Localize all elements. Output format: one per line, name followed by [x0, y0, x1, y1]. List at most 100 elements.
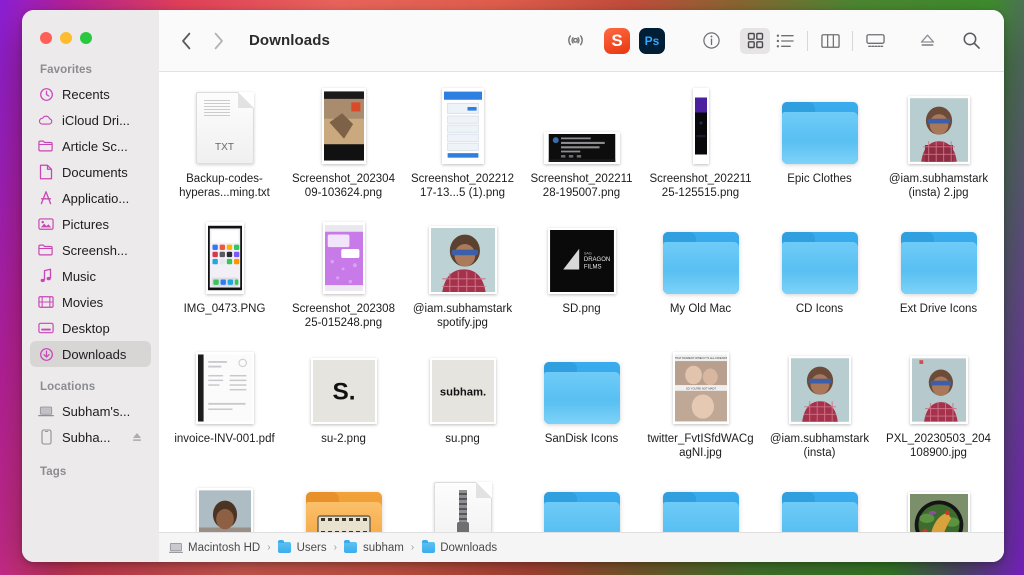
- sidebar-item-icloud-drive[interactable]: iCloud Dri...: [30, 107, 151, 133]
- maximize-button[interactable]: [80, 32, 92, 44]
- sidebar-item-label: Desktop: [62, 320, 110, 336]
- gallery-view-icon[interactable]: [860, 28, 890, 54]
- toolbar-divider: [852, 30, 853, 51]
- photo-thumbnail: [788, 348, 851, 424]
- folder-icon: [278, 540, 292, 555]
- sidebar-item-documents[interactable]: Documents: [30, 159, 151, 185]
- eject-icon[interactable]: [912, 28, 942, 54]
- file-item[interactable]: Screenshot_20230409-103624.png: [284, 86, 403, 216]
- file-label: PXL_20230503_204108900.jpg: [886, 433, 991, 459]
- photo-thumbnail: [692, 88, 709, 164]
- column-view-icon[interactable]: [815, 28, 845, 54]
- sidebar-item-article-screenshots[interactable]: Article Sc...: [30, 133, 151, 159]
- folder-icon: [662, 478, 739, 532]
- sidebar-item-downloads[interactable]: Downloads: [30, 341, 151, 367]
- file-item[interactable]: S. su-2.png: [284, 346, 403, 476]
- file-item[interactable]: [165, 476, 284, 532]
- info-icon[interactable]: [696, 28, 726, 54]
- list-view-icon[interactable]: [770, 28, 800, 54]
- file-item[interactable]: Ext Drive Icons: [879, 216, 998, 346]
- folder-icon: [38, 242, 54, 258]
- sidebar-item-subham-iphone[interactable]: Subha...: [30, 424, 151, 450]
- file-item[interactable]: IMG_0473.PNG: [165, 216, 284, 346]
- file-item[interactable]: [879, 476, 998, 532]
- breadcrumb-label: Users: [296, 541, 327, 554]
- file-label: CD Icons: [795, 303, 844, 315]
- breadcrumb-item-subham[interactable]: subham: [344, 540, 404, 555]
- breadcrumb-label: Downloads: [440, 541, 498, 554]
- file-item[interactable]: Screenshot_20221217-13...5 (1).png: [403, 86, 522, 216]
- file-item[interactable]: [641, 476, 760, 532]
- svg-text:S.: S.: [332, 378, 355, 405]
- clock-icon: [38, 86, 54, 102]
- file-item[interactable]: [284, 476, 403, 532]
- file-label: @iam.subhamstark (insta) 2.jpg: [888, 173, 989, 199]
- sidebar-section-tags: Tags: [40, 466, 67, 478]
- file-label: Ext Drive Icons: [899, 303, 978, 315]
- file-item[interactable]: [403, 476, 522, 532]
- breadcrumb-item-macintosh-hd[interactable]: Macintosh HD: [169, 541, 260, 555]
- photoshop-app-icon[interactable]: Ps: [639, 27, 665, 54]
- photo-thumbnail: [909, 348, 968, 424]
- close-button[interactable]: [40, 32, 52, 44]
- file-item[interactable]: @iam.subhamstark spotify.jpg: [403, 216, 522, 346]
- sidebar-item-movies[interactable]: Movies: [30, 289, 151, 315]
- file-item[interactable]: SAG DRAGON FILMS SD.png: [522, 216, 641, 346]
- sidebar-item-label: Movies: [62, 294, 104, 310]
- photo-thumbnail: [428, 218, 497, 294]
- minimize-button[interactable]: [60, 32, 72, 44]
- file-item[interactable]: [760, 476, 879, 532]
- sidebar-item-label: Music: [62, 268, 96, 284]
- file-item[interactable]: TXT Backup-codes-hyperas...ming.txt: [165, 86, 284, 216]
- breadcrumb-item-users[interactable]: Users: [278, 540, 327, 555]
- file-item[interactable]: SanDisk Icons: [522, 346, 641, 476]
- forward-button[interactable]: [211, 31, 225, 51]
- svg-text:THAT MOMENT WHEN IT'S ALL FRIE: THAT MOMENT WHEN IT'S ALL FRIENDS: [674, 356, 727, 360]
- file-label: @iam.subhamstark (insta): [769, 433, 870, 459]
- photo-thumbnail: [322, 218, 365, 294]
- sidebar-item-pictures[interactable]: Pictures: [30, 211, 151, 237]
- breadcrumb-separator: ›: [410, 542, 415, 553]
- cloud-icon: [38, 112, 54, 128]
- breadcrumb-separator: ›: [333, 542, 337, 553]
- svg-text:SO YOU'RE NOT MAD?: SO YOU'RE NOT MAD?: [685, 386, 716, 390]
- breadcrumb-item-downloads[interactable]: Downloads: [421, 540, 498, 555]
- sidebar-item-screenshots[interactable]: Screensh...: [30, 237, 151, 263]
- file-item[interactable]: PXL_20230503_204108900.jpg: [879, 346, 998, 476]
- sidebar-item-label: Pictures: [62, 216, 109, 232]
- file-item[interactable]: [522, 476, 641, 532]
- sidebar-item-label: Recents: [62, 86, 110, 102]
- icon-view-icon[interactable]: [740, 27, 770, 54]
- sidebar-item-subhams-mac[interactable]: Subham's...: [30, 398, 151, 424]
- file-item[interactable]: Epic Clothes: [760, 86, 879, 216]
- file-item[interactable]: Screenshot_20221125-125515.png: [641, 86, 760, 216]
- photo-thumbnail: S.: [310, 348, 377, 424]
- sidebar-item-applications[interactable]: Applicatio...: [30, 185, 151, 211]
- sidebar-item-desktop[interactable]: Desktop: [30, 315, 151, 341]
- folder-icon: [781, 478, 858, 532]
- file-item[interactable]: CD Icons: [760, 216, 879, 346]
- folder-icon: [781, 218, 858, 294]
- file-item[interactable]: subham. su.png: [403, 346, 522, 476]
- eject-icon[interactable]: [131, 431, 143, 443]
- file-item[interactable]: Screenshot_20221128-195007.png: [522, 86, 641, 216]
- file-label: Screenshot_20230409-103624.png: [292, 173, 395, 199]
- back-button[interactable]: [179, 31, 193, 51]
- file-grid[interactable]: TXT Backup-codes-hyperas...ming.txt Scre…: [159, 72, 1004, 532]
- applications-icon: [38, 190, 54, 206]
- folder-icon: [900, 218, 977, 294]
- file-item[interactable]: invoice-INV-001.pdf: [165, 346, 284, 476]
- photo-thumbnail: [321, 88, 366, 164]
- file-item[interactable]: THAT MOMENT WHEN IT'S ALL FRIENDS SO YOU'…: [641, 346, 760, 476]
- file-label: Screenshot_20221128-195007.png: [530, 173, 633, 199]
- sidebar-item-label: Documents: [62, 164, 128, 180]
- file-item[interactable]: @iam.subhamstark (insta): [760, 346, 879, 476]
- sidebar-item-music[interactable]: Music: [30, 263, 151, 289]
- snagit-app-icon[interactable]: S: [604, 27, 630, 54]
- file-item[interactable]: Screenshot_20230825-015248.png: [284, 216, 403, 346]
- airdrop-icon[interactable]: [560, 28, 590, 54]
- search-icon[interactable]: [956, 28, 986, 54]
- file-item[interactable]: My Old Mac: [641, 216, 760, 346]
- file-item[interactable]: @iam.subhamstark (insta) 2.jpg: [879, 86, 998, 216]
- sidebar-item-recents[interactable]: Recents: [30, 81, 151, 107]
